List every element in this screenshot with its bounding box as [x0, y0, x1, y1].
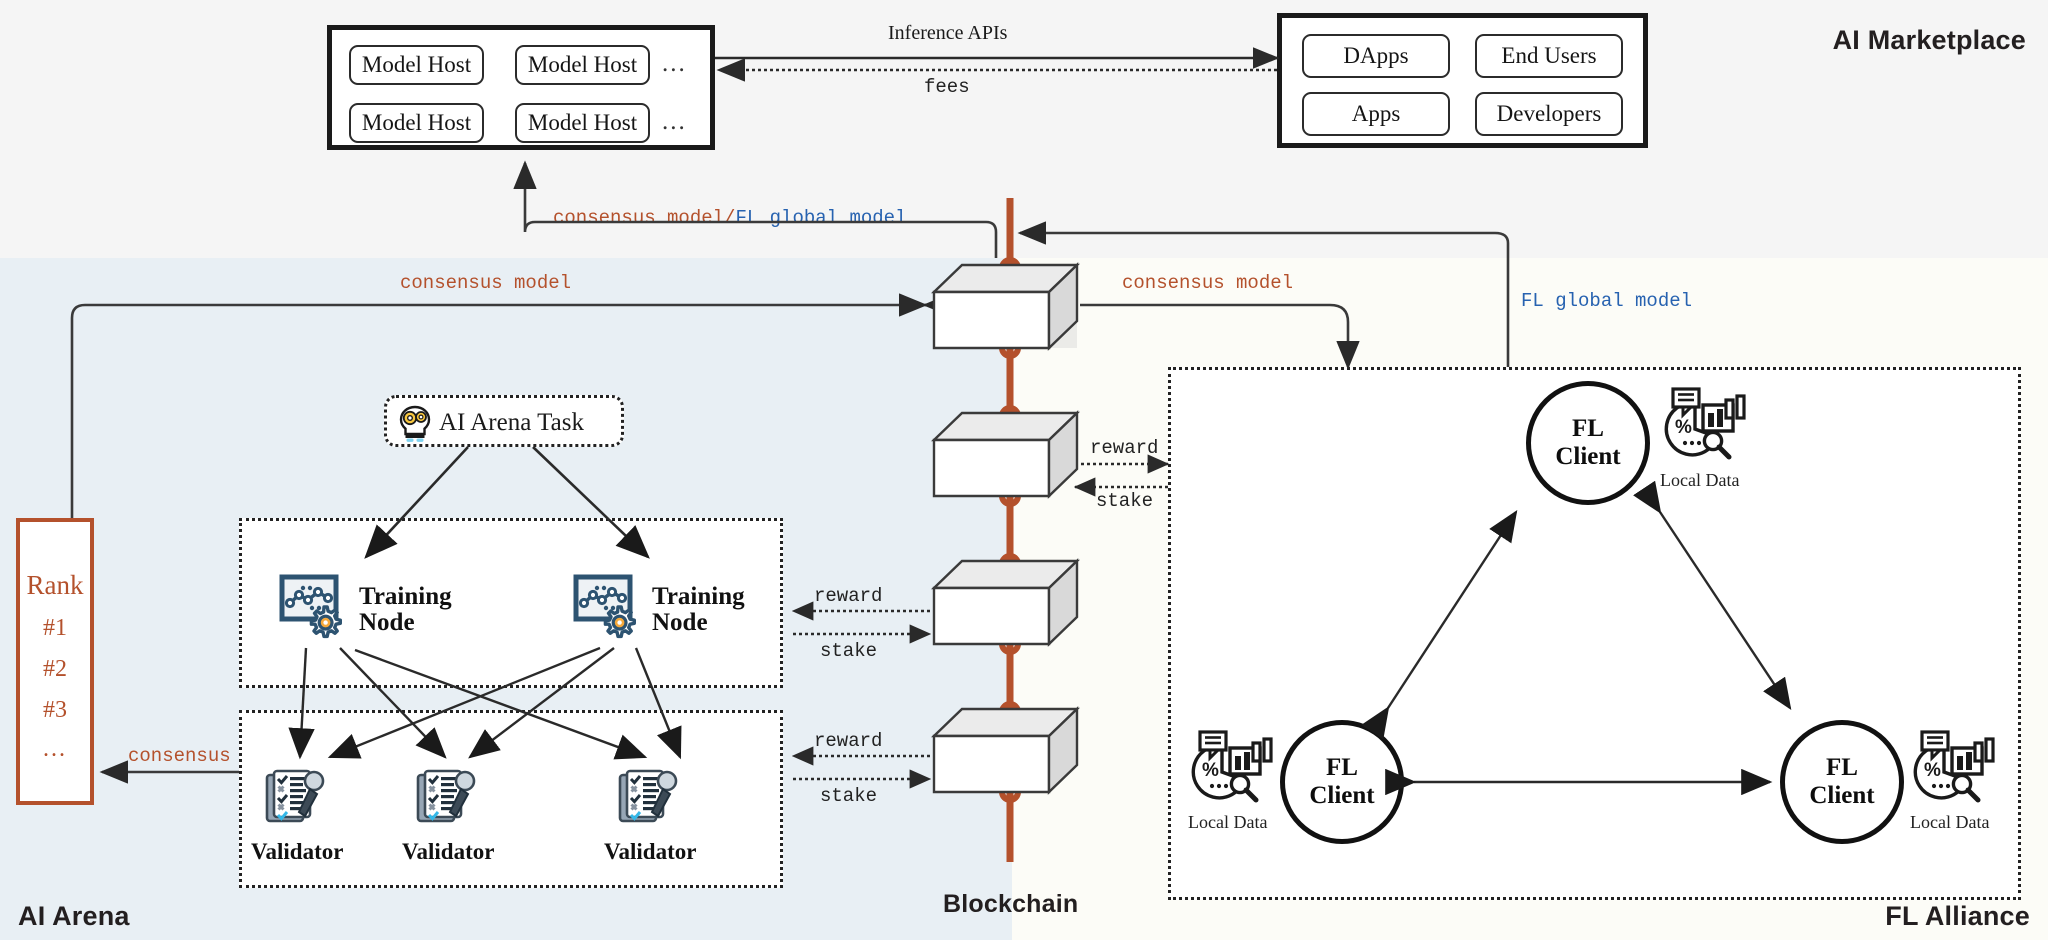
fl-global-model-text: FL global model: [735, 207, 907, 229]
validator-icon-2: [414, 765, 480, 831]
fl-client-bottom-right[interactable]: FL Client: [1780, 720, 1904, 844]
consensus-model-right-label: consensus model: [1122, 272, 1294, 294]
model-host-4[interactable]: Model Host: [515, 103, 650, 143]
rank-entry-4: ...: [43, 736, 67, 762]
diagram-canvas: AI Marketplace AI Arena FL Alliance Bloc…: [0, 0, 2048, 940]
ai-brain-gears-icon: [393, 402, 437, 446]
rank-entry-1: #1: [43, 615, 67, 641]
fl-client-bottom-left[interactable]: FL Client: [1280, 720, 1404, 844]
ai-arena-task-box[interactable]: AI Arena Task: [384, 395, 624, 447]
consensus-model-left-label: consensus model: [400, 272, 572, 294]
local-data-label-1: Local Data: [1660, 470, 1740, 490]
training-node-icon-2: [572, 573, 644, 645]
training-node-icon-1: [278, 573, 350, 645]
local-data-icon-1: %: [1659, 385, 1751, 467]
validator-icon-3: [616, 765, 682, 831]
validator-label-2: Validator: [402, 839, 495, 864]
fl-global-model-label: FL global model: [1521, 290, 1693, 312]
consensus-model-text: consensus model: [553, 207, 725, 229]
model-host-container: Model Host Model Host ... Model Host Mod…: [327, 25, 715, 150]
fl-client-top[interactable]: FL Client: [1526, 381, 1650, 505]
validator-icon-1: [263, 765, 329, 831]
label-separator: /: [724, 207, 736, 229]
model-host-3[interactable]: Model Host: [349, 103, 484, 143]
consumer-dapps[interactable]: DApps: [1302, 34, 1450, 78]
fees-label: fees: [924, 76, 970, 98]
local-data-icon-2: %: [1186, 728, 1278, 810]
fl-alliance-title: FL Alliance: [1885, 901, 2030, 931]
local-data-label-3: Local Data: [1910, 812, 1990, 832]
ai-marketplace-title: AI Marketplace: [1832, 25, 2026, 55]
validator-label-1: Validator: [251, 839, 344, 864]
stake-validator-label: stake: [820, 785, 878, 807]
fl-client-bottom-left-label: FL Client: [1309, 754, 1375, 809]
stake-fl-label: stake: [1096, 490, 1154, 512]
consensus-or-fl-global-label: consensus model/FL global model: [553, 207, 906, 229]
training-node-text-2: Training Node: [652, 583, 745, 637]
local-data-label-2: Local Data: [1188, 812, 1268, 832]
fl-client-top-label: FL Client: [1555, 415, 1621, 470]
consumer-developers[interactable]: Developers: [1475, 92, 1623, 136]
rank-leaderboard-box: Rank #1 #2 #3 ...: [16, 518, 94, 805]
svg-text:%: %: [1924, 760, 1941, 781]
consensus-label: consensus: [128, 745, 231, 767]
stake-training-label: stake: [820, 640, 878, 662]
model-host-2[interactable]: Model Host: [515, 45, 650, 85]
model-host-ellipsis-row1: ...: [662, 50, 687, 77]
training-node-text-1: Training Node: [359, 583, 452, 637]
svg-text:%: %: [1675, 417, 1692, 438]
region-ai-marketplace: [0, 0, 2048, 258]
model-host-1[interactable]: Model Host: [349, 45, 484, 85]
rank-entry-3: #3: [43, 697, 67, 723]
consumer-end-users[interactable]: End Users: [1475, 34, 1623, 78]
blockchain-title: Blockchain: [943, 890, 1079, 918]
marketplace-consumers-container: DApps End Users Apps Developers: [1277, 13, 1648, 148]
inference-apis-label: Inference APIs: [888, 22, 1008, 44]
consumer-apps[interactable]: Apps: [1302, 92, 1450, 136]
fl-client-bottom-right-label: FL Client: [1809, 754, 1875, 809]
training-node-label-1: Training Node: [359, 583, 459, 637]
rank-entry-2: #2: [43, 656, 67, 682]
ai-arena-task-label: AI Arena Task: [439, 409, 584, 436]
rank-heading: Rank: [26, 570, 84, 600]
model-host-ellipsis-row2: ...: [662, 108, 687, 135]
training-node-label-2: Training Node: [652, 583, 752, 637]
svg-text:%: %: [1202, 760, 1219, 781]
reward-validator-label: reward: [814, 730, 883, 752]
ai-arena-title: AI Arena: [18, 901, 130, 931]
reward-fl-label: reward: [1090, 437, 1159, 459]
reward-training-label: reward: [814, 585, 883, 607]
local-data-icon-3: %: [1908, 728, 2000, 810]
validator-label-3: Validator: [604, 839, 697, 864]
